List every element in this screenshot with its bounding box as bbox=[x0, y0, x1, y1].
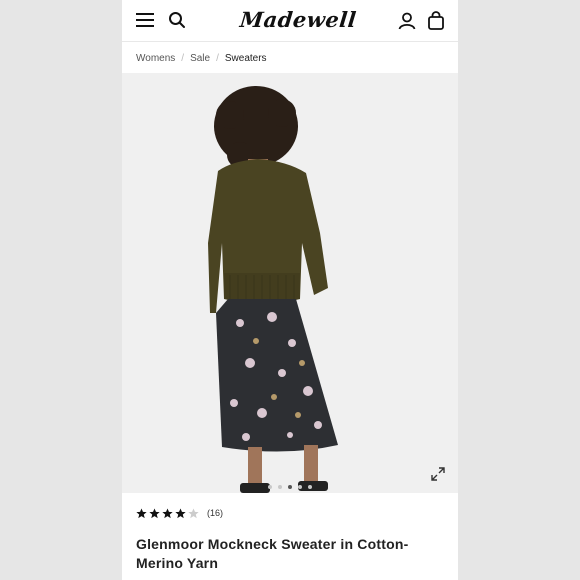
product-page: Madewell Womens / Sale / Sweaters (16) G… bbox=[122, 0, 458, 580]
star-icon-filled bbox=[175, 507, 186, 518]
breadcrumb-sale[interactable]: Sale bbox=[190, 53, 210, 64]
product-image-gallery[interactable] bbox=[122, 73, 458, 493]
search-icon[interactable] bbox=[168, 11, 186, 29]
breadcrumb-separator: / bbox=[216, 52, 219, 64]
star-icon-filled bbox=[136, 507, 147, 518]
carousel-dots bbox=[122, 485, 458, 491]
star-icon-empty bbox=[188, 507, 199, 518]
account-icon[interactable] bbox=[398, 12, 416, 30]
menu-icon[interactable] bbox=[136, 13, 154, 27]
bag-icon[interactable] bbox=[427, 11, 445, 30]
breadcrumb: Womens / Sale / Sweaters bbox=[136, 50, 267, 66]
site-header: Madewell bbox=[122, 0, 458, 42]
carousel-dot[interactable] bbox=[278, 485, 282, 489]
star-icon-filled bbox=[149, 507, 160, 518]
review-count[interactable]: (16) bbox=[207, 508, 223, 518]
breadcrumb-separator: / bbox=[181, 52, 185, 64]
breadcrumb-sweaters[interactable]: Sweaters bbox=[225, 53, 267, 64]
expand-icon[interactable] bbox=[430, 466, 446, 482]
brand-logo[interactable]: Madewell bbox=[239, 6, 358, 34]
carousel-dot[interactable] bbox=[308, 485, 312, 489]
product-rating[interactable]: (16) bbox=[136, 506, 223, 520]
carousel-dot[interactable] bbox=[268, 485, 272, 489]
carousel-dot-active[interactable] bbox=[288, 485, 292, 489]
screenshot-frame: Madewell Womens / Sale / Sweaters (16) G… bbox=[0, 0, 580, 580]
star-icon-filled bbox=[162, 507, 173, 518]
carousel-dot[interactable] bbox=[298, 485, 302, 489]
product-photo bbox=[122, 73, 458, 493]
breadcrumb-womens[interactable]: Womens bbox=[136, 53, 175, 64]
product-title: Glenmoor Mockneck Sweater in Cotton-Meri… bbox=[136, 536, 409, 571]
